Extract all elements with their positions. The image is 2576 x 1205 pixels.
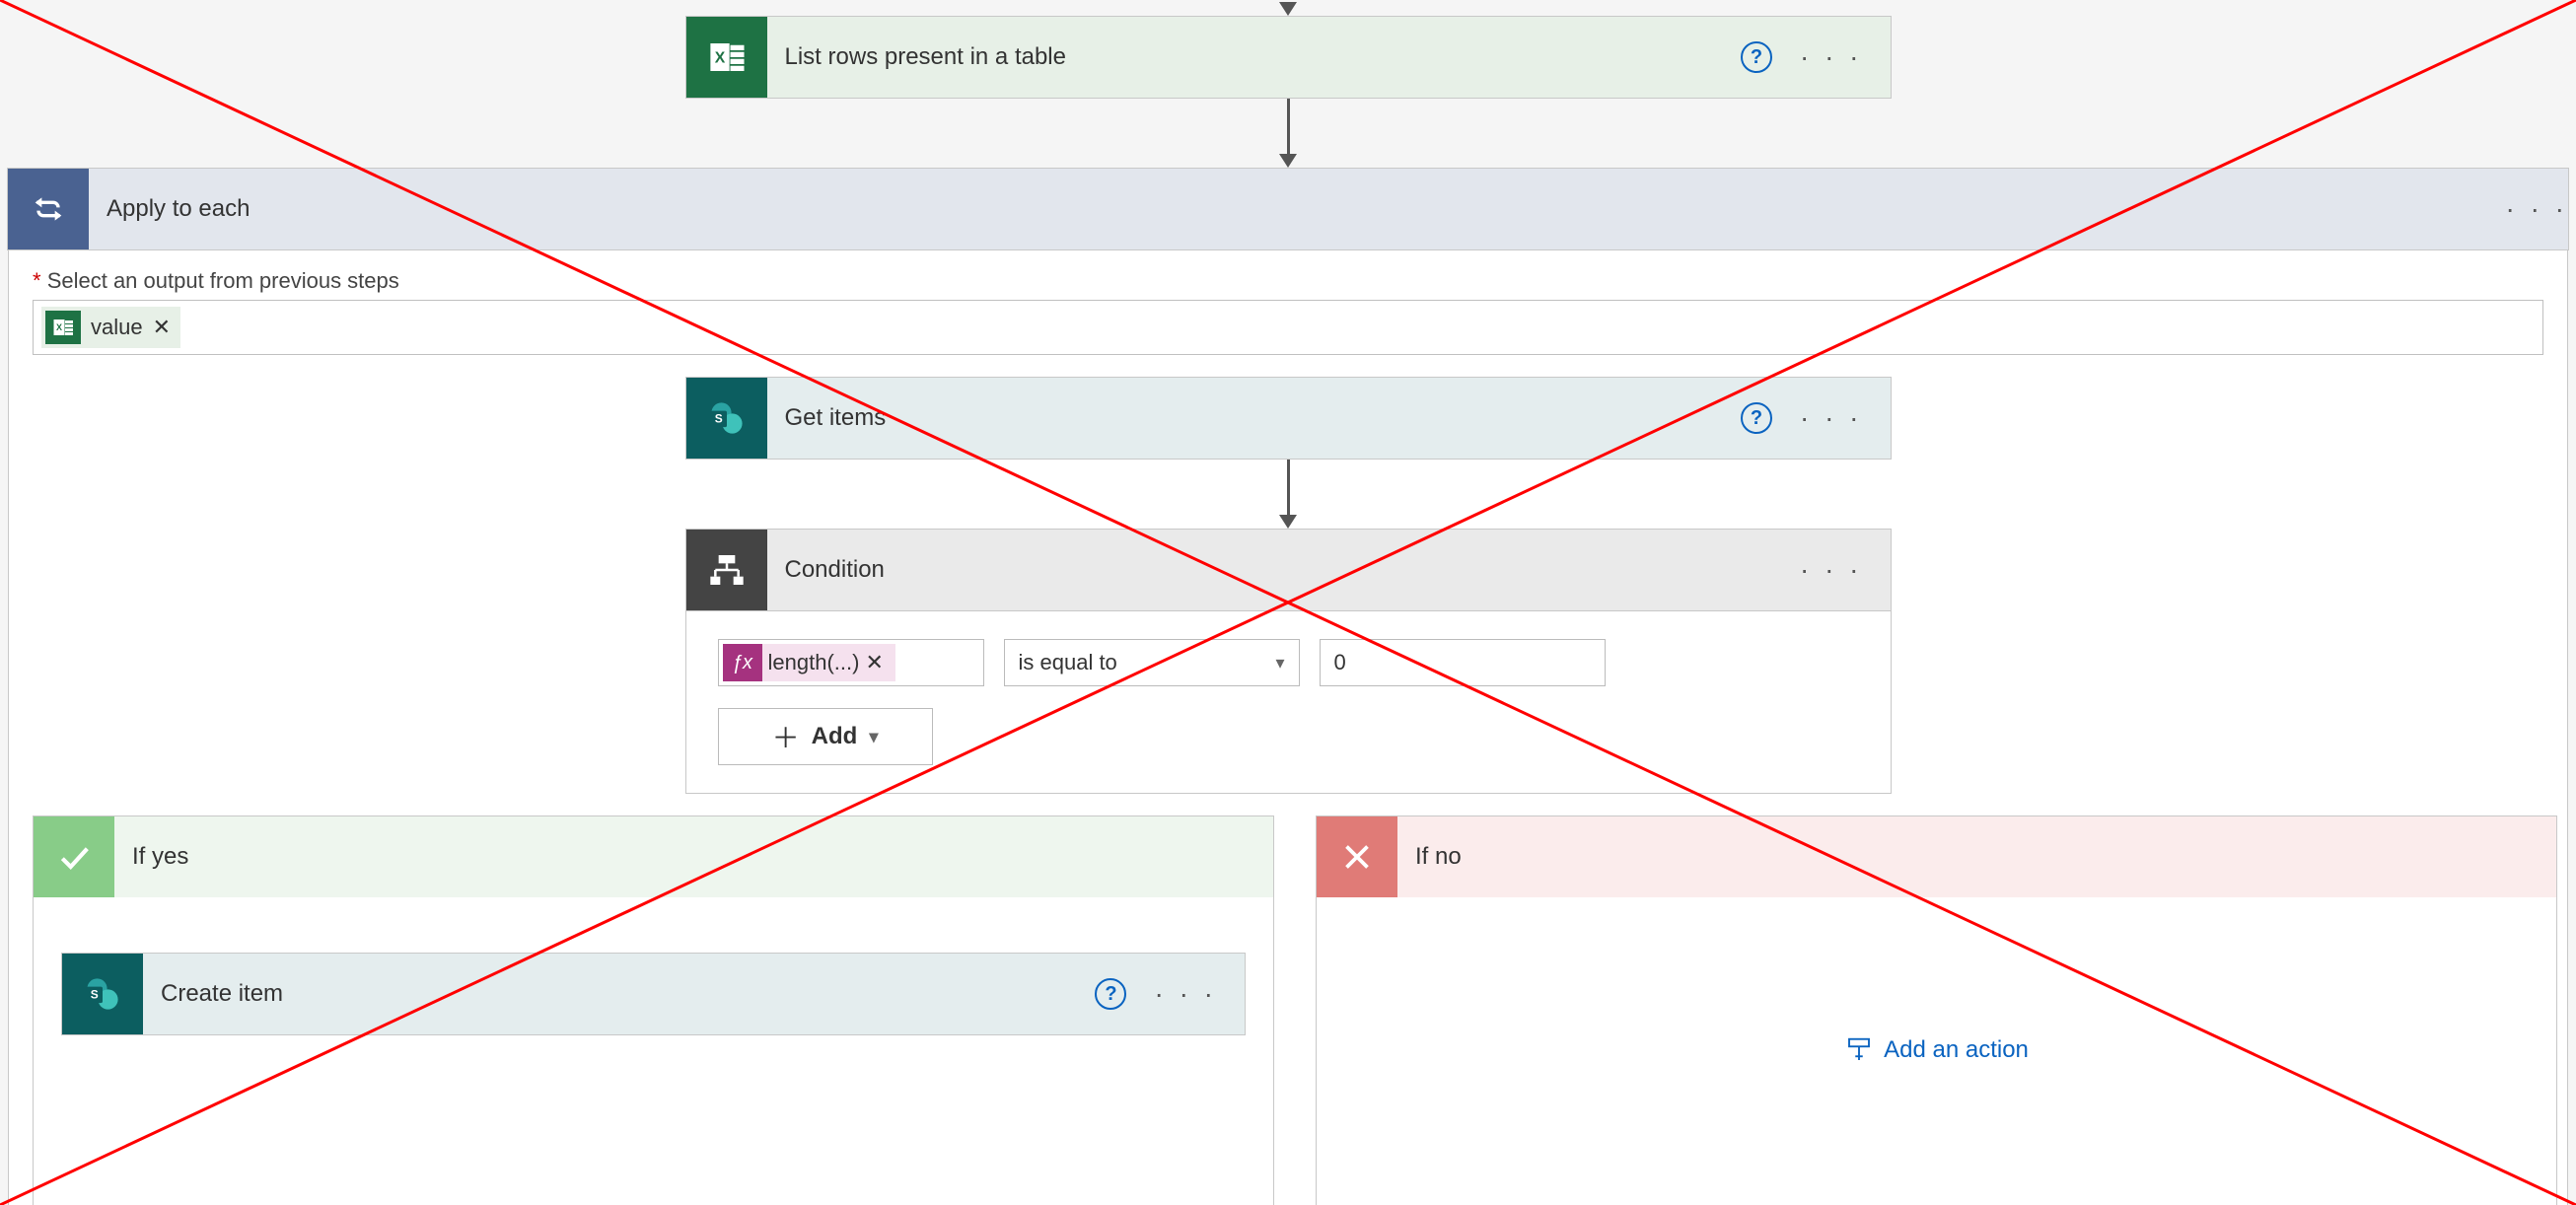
condition-body: ƒx length(...) ✕ is equal to ▾ 0 ＋ — [685, 611, 1892, 794]
if-no-title: If no — [1397, 843, 1462, 871]
excel-icon: X — [686, 17, 767, 98]
x-icon — [1317, 816, 1397, 897]
checkmark-icon — [34, 816, 114, 897]
output-field-label: * Select an output from previous steps — [33, 268, 2543, 294]
value-token[interactable]: X value ✕ — [41, 307, 180, 348]
condition-title: Condition — [767, 556, 1800, 584]
sharepoint-icon: S — [62, 954, 143, 1034]
help-icon[interactable]: ? — [1741, 41, 1772, 73]
svg-text:S: S — [714, 412, 722, 426]
condition-value-text: 0 — [1334, 650, 1346, 675]
sharepoint-icon: S — [686, 378, 767, 459]
add-label: Add — [812, 723, 858, 750]
help-icon[interactable]: ? — [1741, 402, 1772, 434]
if-yes-title: If yes — [114, 843, 188, 871]
add-action-label: Add an action — [1884, 1036, 2029, 1064]
if-no-header[interactable]: If no — [1317, 816, 2556, 897]
required-asterisk: * — [33, 268, 41, 293]
svg-text:X: X — [714, 49, 725, 66]
more-icon[interactable]: · · · — [1800, 402, 1863, 434]
condition-step[interactable]: Condition · · · — [685, 529, 1892, 611]
more-icon[interactable]: · · · — [1800, 554, 1863, 586]
output-token-input[interactable]: X value ✕ — [33, 300, 2543, 355]
condition-left-operand[interactable]: ƒx length(...) ✕ — [718, 639, 984, 686]
more-icon[interactable]: · · · — [1800, 41, 1863, 73]
remove-fx-icon[interactable]: ✕ — [865, 650, 887, 675]
loop-icon — [8, 169, 89, 249]
excel-step-title: List rows present in a table — [767, 43, 1741, 71]
operator-value: is equal to — [1019, 650, 1117, 675]
chevron-down-icon: ▾ — [869, 727, 878, 747]
add-action-link[interactable]: Add an action — [1344, 1035, 2529, 1065]
add-action-icon — [1844, 1035, 1874, 1065]
excel-icon: X — [45, 311, 81, 344]
if-no-branch: If no Add an action — [1316, 815, 2557, 1205]
get-items-step[interactable]: S Get items ? · · · — [685, 377, 1892, 460]
flow-arrow-icon — [1272, 460, 1304, 529]
fx-expression-text: length(...) — [762, 650, 866, 675]
condition-icon — [686, 530, 767, 610]
create-item-title: Create item — [143, 980, 1095, 1008]
plus-icon: ＋ — [772, 717, 800, 756]
apply-to-each-body: * Select an output from previous steps X… — [8, 250, 2568, 1205]
svg-text:X: X — [56, 322, 62, 332]
svg-text:S: S — [91, 988, 99, 1002]
token-label: value — [91, 315, 143, 340]
fx-badge-icon: ƒx — [723, 644, 762, 681]
add-condition-button[interactable]: ＋ Add ▾ — [718, 708, 933, 765]
more-icon[interactable]: · · · — [1154, 978, 1217, 1010]
flow-arrow-icon — [1272, 99, 1304, 168]
condition-operator-select[interactable]: is equal to ▾ — [1004, 639, 1300, 686]
condition-value-input[interactable]: 0 — [1320, 639, 1606, 686]
excel-list-rows-step[interactable]: X List rows present in a table ? · · · — [685, 16, 1892, 99]
more-icon[interactable]: · · · — [2505, 193, 2568, 225]
flow-arrow-icon — [1272, 0, 1304, 16]
if-yes-header[interactable]: If yes — [34, 816, 1273, 897]
get-items-title: Get items — [767, 404, 1741, 432]
chevron-down-icon: ▾ — [1275, 653, 1284, 673]
help-icon[interactable]: ? — [1095, 978, 1126, 1010]
apply-to-each-step[interactable]: Apply to each · · · — [7, 168, 2569, 250]
apply-step-title: Apply to each — [89, 195, 2505, 223]
if-yes-branch: If yes S Create item — [33, 815, 1274, 1205]
remove-token-icon[interactable]: ✕ — [153, 315, 171, 340]
create-item-step[interactable]: S Create item ? · · · — [61, 953, 1246, 1035]
